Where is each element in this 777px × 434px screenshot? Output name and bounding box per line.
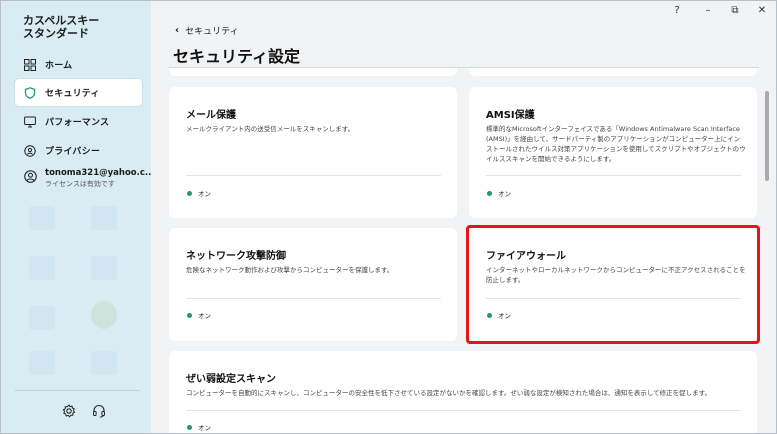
card-description: 標準的なMicrosoftインターフェイスである「Windows Antimal… [486, 125, 746, 163]
card-description: コンピューターを自動的にスキャンし、コンピューターの安全性を低下させている設定が… [186, 389, 712, 397]
restore-button[interactable]: ⧉ [729, 5, 741, 16]
close-button[interactable]: ✕ [756, 5, 768, 16]
card-description: メールクライアント内の送受信メールをスキャンします。 [186, 125, 355, 133]
divider [186, 298, 441, 299]
status-indicator: オン [187, 310, 211, 320]
divider [186, 410, 741, 411]
sidebar-item-label: パフォーマンス [45, 118, 110, 128]
card-title: ぜい弱設定スキャン [186, 374, 276, 385]
status-dot-icon [187, 190, 192, 196]
user-email: tonoma321@yahoo.c... [45, 168, 155, 178]
page-title: セキュリティ設定 [173, 47, 301, 66]
app-window: カスペルスキー スタンダード ホーム セキュリティ パフォーマンス プライバシー… [0, 0, 777, 434]
grid-icon [24, 58, 36, 71]
card-vulnerability-scan[interactable]: ぜい弱設定スキャン コンピューターを自動的にスキャンし、コンピューターの安全性を… [169, 351, 757, 433]
background-ghost [91, 351, 117, 375]
chevron-left-icon: ‹ [175, 25, 180, 36]
status-dot-icon [187, 424, 192, 430]
card-description: 危険なネットワーク動作および攻撃からコンピューターを保護します。 [186, 266, 394, 274]
status-dot-icon [187, 312, 192, 318]
background-ghost [29, 206, 55, 230]
back-label: セキュリティ [185, 27, 239, 37]
card-title: メール保護 [186, 110, 236, 121]
help-button[interactable]: ? [671, 5, 683, 16]
card-top-edge [469, 68, 757, 76]
background-ghost [91, 206, 117, 230]
main-panel: ? – ⧉ ✕ ‹ セキュリティ セキュリティ設定 メール保護 メールクライアン… [151, 1, 776, 433]
sidebar-item-label: プライバシー [45, 147, 101, 157]
back-link[interactable]: ‹ セキュリティ [175, 24, 239, 37]
background-ghost [29, 256, 55, 280]
monitor-icon [24, 116, 36, 127]
background-ghost [91, 301, 117, 329]
sidebar-item-performance[interactable]: パフォーマンス [15, 108, 142, 135]
license-status: ライセンスは有効です [45, 180, 115, 188]
privacy-icon [24, 144, 36, 157]
headset-icon[interactable] [92, 404, 106, 418]
scrollbar[interactable] [765, 91, 769, 181]
card-mail-protection[interactable]: メール保護 メールクライアント内の送受信メールをスキャンします。 オン [169, 87, 457, 218]
sidebar: カスペルスキー スタンダード ホーム セキュリティ パフォーマンス プライバシー… [1, 1, 155, 433]
sidebar-item-label: セキュリティ [45, 89, 100, 99]
app-title: カスペルスキー スタンダード [23, 14, 100, 40]
divider [15, 390, 140, 391]
minimize-button[interactable]: – [702, 5, 714, 16]
status-label: オン [198, 190, 211, 198]
background-ghost [29, 306, 55, 330]
shield-icon [24, 86, 36, 99]
card-network-attack-blocker[interactable]: ネットワーク攻撃防御 危険なネットワーク動作および攻撃からコンピューターを保護し… [169, 228, 457, 341]
card-top-edge [169, 68, 457, 76]
highlight-box [466, 225, 760, 344]
background-ghost [29, 351, 55, 375]
sidebar-item-security[interactable]: セキュリティ [15, 79, 142, 106]
status-label: オン [198, 424, 211, 432]
card-title: AMSI保護 [486, 110, 535, 121]
sidebar-item-home[interactable]: ホーム [15, 51, 142, 78]
background-ghost [91, 256, 117, 280]
sidebar-item-label: ホーム [45, 61, 73, 71]
status-indicator: オン [187, 188, 211, 198]
divider [186, 175, 441, 176]
card-title: ネットワーク攻撃防御 [186, 251, 286, 262]
divider [486, 175, 741, 176]
status-label: オン [198, 312, 211, 320]
gear-icon[interactable] [62, 404, 76, 418]
status-indicator: オン [187, 422, 211, 432]
status-dot-icon [487, 190, 492, 196]
card-amsi-protection[interactable]: AMSI保護 標準的なMicrosoftインターフェイスである「Windows … [469, 87, 757, 218]
avatar-icon [24, 170, 37, 183]
status-indicator: オン [487, 188, 511, 198]
status-label: オン [498, 190, 511, 198]
sidebar-item-privacy[interactable]: プライバシー [15, 137, 142, 164]
